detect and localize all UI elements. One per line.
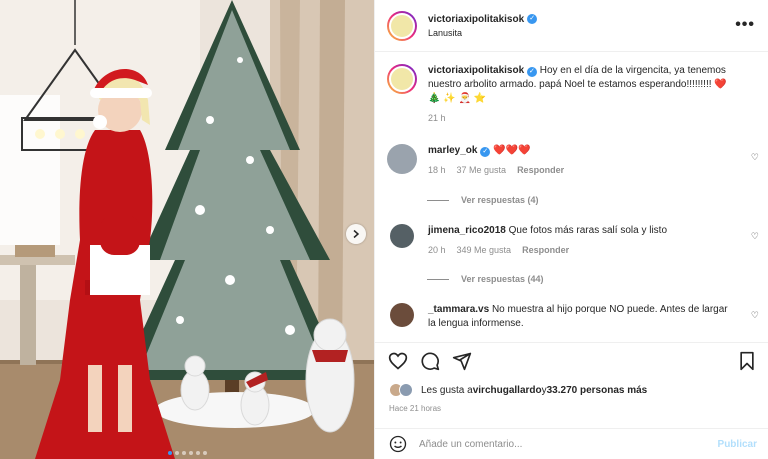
comment-input[interactable] — [419, 438, 709, 450]
add-comment-bar: Publicar — [375, 428, 768, 459]
paper-plane-icon[interactable] — [452, 351, 472, 371]
heart-outline-icon[interactable] — [388, 351, 408, 371]
commenter-avatar[interactable] — [390, 224, 414, 248]
author-username[interactable]: victoriaxipolitakisok — [428, 14, 524, 25]
post-header: victoriaxipolitakisok ✓ Lanusita ••• — [375, 0, 768, 52]
view-replies-button[interactable]: Ver respuestas (4) — [427, 195, 539, 205]
comment-row: jimena_rico2018 Que fotos más raras salí… — [387, 224, 728, 257]
carousel-dot — [195, 451, 200, 455]
replies-divider — [427, 278, 449, 280]
view-replies-button[interactable]: Ver respuestas (44) — [427, 274, 544, 284]
post-location[interactable]: Lanusita — [428, 28, 537, 38]
carousel-next-button[interactable] — [346, 224, 366, 244]
carousel-dot — [202, 451, 207, 455]
comment-likes[interactable]: 349 Me gusta — [457, 243, 512, 257]
carousel-dot — [174, 451, 179, 455]
likes-prefix: Les gusta a — [421, 384, 473, 396]
publish-button[interactable]: Publicar — [718, 439, 757, 450]
caption-avatar[interactable] — [387, 64, 417, 94]
carousel-dot — [188, 451, 193, 455]
caption-username[interactable]: victoriaxipolitakisok — [428, 65, 524, 76]
comments-section: victoriaxipolitakisok ✓ Hoy en el día de… — [375, 52, 768, 342]
chevron-right-icon — [353, 229, 360, 239]
comment-text: ❤️❤️❤️ — [493, 145, 531, 156]
commenter-avatar[interactable] — [390, 303, 414, 327]
more-horizontal-icon: ••• — [735, 16, 755, 33]
author-name-row[interactable]: victoriaxipolitakisok ✓ — [428, 14, 538, 25]
more-options-button[interactable]: ••• — [735, 16, 755, 34]
post-actions-bar — [375, 342, 768, 378]
caption-row: victoriaxipolitakisok ✓ Hoy en el día de… — [387, 64, 728, 125]
christmas-photo-illustration — [0, 0, 374, 459]
post-side-panel: victoriaxipolitakisok ✓ Lanusita ••• vic… — [374, 0, 768, 459]
bookmark-icon[interactable] — [737, 351, 757, 371]
verified-badge-icon: ✓ — [480, 147, 491, 157]
comment-like-heart-icon[interactable]: ♡ — [751, 231, 759, 242]
reply-button[interactable]: Responder — [517, 163, 564, 177]
comment-like-heart-icon[interactable]: ♡ — [751, 152, 759, 163]
post-photo[interactable] — [0, 0, 374, 459]
comment-username[interactable]: jimena_rico2018 — [428, 225, 506, 236]
author-avatar[interactable] — [387, 10, 417, 41]
comment-like-heart-icon[interactable]: ♡ — [751, 310, 759, 321]
comment-time[interactable]: 18 h — [428, 163, 446, 177]
liker-avatar[interactable] — [399, 383, 413, 397]
comment-bubble-icon[interactable] — [420, 351, 440, 371]
replies-divider — [427, 199, 449, 201]
comment-time[interactable]: 20 h — [428, 243, 446, 257]
carousel-indicator — [0, 451, 374, 455]
post-timestamp[interactable]: Hace 21 horas — [389, 404, 441, 413]
comment-text: Que fotos más raras salí sola y listo — [508, 225, 668, 236]
comment-username[interactable]: marley_ok — [428, 145, 477, 156]
comment-row: marley_ok ✓ ❤️❤️❤️ 18 h 37 Me gusta Resp… — [387, 144, 728, 177]
likes-count[interactable]: 33.270 personas más — [547, 385, 648, 396]
carousel-dot — [167, 451, 172, 455]
comment-row: _tammara.vs No muestra al hijo porque NO… — [387, 303, 728, 331]
likes-summary: Les gusta a virchugallardo y 33.270 pers… — [389, 383, 647, 397]
carousel-dot — [181, 451, 186, 455]
reply-button[interactable]: Responder — [522, 243, 569, 257]
smiley-icon[interactable] — [389, 435, 407, 453]
comment-username[interactable]: _tammara.vs — [428, 304, 489, 315]
liker-username[interactable]: virchugallardo — [473, 385, 542, 396]
verified-badge-icon: ✓ — [526, 67, 537, 77]
commenter-avatar[interactable] — [387, 144, 417, 174]
view-replies-label: Ver respuestas (44) — [461, 274, 544, 284]
comment-likes[interactable]: 37 Me gusta — [457, 163, 507, 177]
verified-badge-icon: ✓ — [527, 14, 538, 24]
caption-time[interactable]: 21 h — [428, 111, 446, 125]
view-replies-label: Ver respuestas (4) — [461, 195, 539, 205]
